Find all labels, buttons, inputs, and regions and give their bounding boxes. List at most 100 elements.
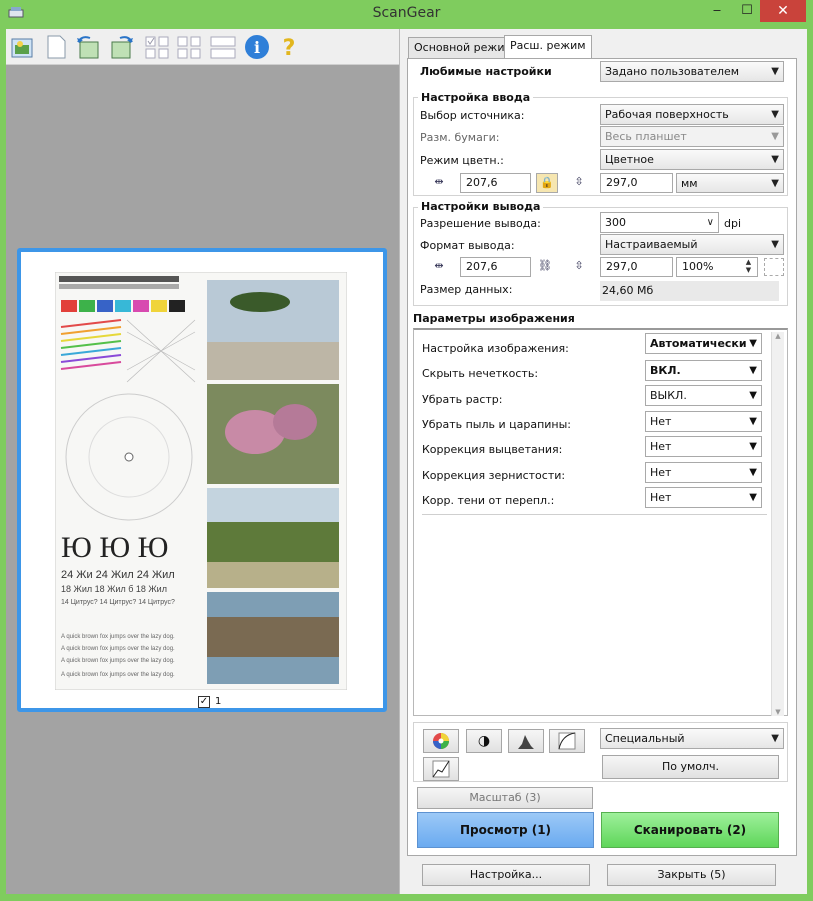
image-params-scrollbar[interactable]: ▲ ▼ bbox=[771, 332, 784, 716]
width-icon: ⇹ bbox=[434, 259, 444, 272]
default-button[interactable]: По умолч. bbox=[602, 755, 779, 779]
rotate-right-icon[interactable] bbox=[108, 33, 136, 61]
input-settings-title: Настройка ввода bbox=[418, 91, 534, 104]
color-wheel-icon bbox=[433, 733, 449, 749]
color-mode-select[interactable]: Цветное ▼ bbox=[600, 149, 784, 170]
descreen-select[interactable]: ВЫКЛ. ▼ bbox=[645, 385, 762, 406]
data-size-value: 24,60 Мб bbox=[600, 281, 779, 301]
image-adjust-select[interactable]: Автоматически ▼ bbox=[645, 333, 762, 354]
unit-value: мм bbox=[681, 177, 698, 190]
color-balance-button[interactable] bbox=[423, 729, 459, 753]
unit-select[interactable]: мм ▼ bbox=[676, 173, 784, 193]
info-icon[interactable]: i bbox=[243, 33, 271, 61]
rotate-left-icon[interactable] bbox=[74, 33, 102, 61]
image-params-title: Параметры изображения bbox=[413, 312, 575, 325]
height-icon: ⇳ bbox=[574, 259, 584, 272]
paper-size-label: Разм. бумаги: bbox=[420, 131, 500, 144]
link-icon[interactable]: ⛓ bbox=[536, 259, 554, 272]
final-review-button[interactable] bbox=[423, 757, 459, 781]
grain-correction-select[interactable]: Нет ▼ bbox=[645, 462, 762, 483]
unsharp-mask-label: Скрыть нечеткость: bbox=[422, 367, 539, 380]
chevron-down-icon: ▼ bbox=[771, 178, 779, 189]
chevron-down-icon: ▼ bbox=[749, 416, 757, 427]
chevron-down-icon: ▼ bbox=[771, 154, 779, 165]
paper-size-value: Весь планшет bbox=[605, 130, 687, 143]
blank-page-icon[interactable] bbox=[42, 33, 70, 61]
chevron-down-icon: ▼ bbox=[771, 109, 779, 120]
multi-crop-icon[interactable] bbox=[209, 33, 237, 61]
page-select-checkbox[interactable]: ✓ bbox=[198, 696, 210, 708]
final-review-icon bbox=[432, 760, 450, 778]
chevron-down-icon: ▼ bbox=[749, 467, 757, 478]
dust-scratch-select[interactable]: Нет ▼ bbox=[645, 411, 762, 432]
aspect-lock-button[interactable]: 🔒 bbox=[536, 173, 558, 193]
input-height-field[interactable]: 297,0 bbox=[600, 173, 673, 193]
unsharp-mask-select[interactable]: ВКЛ. ▼ bbox=[645, 360, 762, 381]
scanned-page-preview: Ю Ю Ю 24 Жи 24 Жил 24 Жил 18 Жил 18 Жил … bbox=[55, 272, 347, 690]
zoom-button[interactable]: Масштаб (3) bbox=[417, 787, 593, 809]
chevron-down-icon: ▼ bbox=[771, 131, 779, 142]
scan-to-file-icon[interactable] bbox=[9, 33, 37, 61]
preview-button[interactable]: Просмотр (1) bbox=[417, 812, 594, 848]
svg-text:A quick brown fox jumps over t: A quick brown fox jumps over the lazy do… bbox=[61, 634, 175, 640]
scale-stepper[interactable]: ▲ ▼ bbox=[740, 258, 757, 276]
image-adjust-value: Автоматически bbox=[650, 337, 747, 350]
tab-advanced-mode[interactable]: Расш. режим bbox=[504, 35, 592, 59]
paper-size-select[interactable]: Весь планшет ▼ bbox=[600, 126, 784, 147]
scroll-up-icon[interactable]: ▲ bbox=[772, 332, 784, 340]
output-format-value: Настраиваемый bbox=[605, 238, 698, 251]
fading-correction-value: Нет bbox=[650, 440, 672, 453]
output-format-select[interactable]: Настраиваемый ▼ bbox=[600, 234, 784, 255]
reset-size-icon[interactable] bbox=[764, 258, 784, 276]
output-height-field[interactable]: 297,0 bbox=[600, 257, 673, 277]
adjust-preset-select[interactable]: Специальный ▼ bbox=[600, 728, 784, 749]
svg-text:i: i bbox=[254, 38, 260, 57]
gutter-shadow-value: Нет bbox=[650, 491, 672, 504]
source-select[interactable]: Рабочая поверхность ▼ bbox=[600, 104, 784, 125]
output-format-label: Формат вывода: bbox=[420, 239, 515, 252]
descreen-label: Убрать растр: bbox=[422, 393, 503, 406]
preferences-button[interactable]: Настройка... bbox=[422, 864, 590, 886]
svg-text:Ю Ю Ю: Ю Ю Ю bbox=[61, 531, 169, 564]
chevron-down-icon: ▼ bbox=[749, 492, 757, 503]
svg-text:18 Жил 18 Жил б 18 Жил: 18 Жил 18 Жил б 18 Жил bbox=[61, 584, 167, 594]
tone-curve-button[interactable] bbox=[549, 729, 585, 753]
fading-correction-select[interactable]: Нет ▼ bbox=[645, 436, 762, 457]
favorites-select[interactable]: Задано пользователем ▼ bbox=[600, 61, 784, 82]
scan-button[interactable]: Сканировать (2) bbox=[601, 812, 779, 848]
output-settings-title: Настройки вывода bbox=[418, 200, 544, 213]
grain-correction-value: Нет bbox=[650, 466, 672, 479]
image-params-divider bbox=[422, 514, 767, 515]
fading-correction-label: Коррекция выцветания: bbox=[422, 443, 563, 456]
svg-text:?: ? bbox=[283, 36, 296, 61]
checkbox-grid-icon[interactable] bbox=[144, 33, 172, 61]
tone-curve-icon bbox=[558, 732, 576, 750]
maximize-button[interactable]: ☐ bbox=[732, 0, 762, 22]
input-width-field[interactable]: 207,6 bbox=[460, 173, 531, 193]
chevron-down-icon: ▼ bbox=[749, 390, 757, 401]
output-width-field[interactable]: 207,6 bbox=[460, 257, 531, 277]
tab-basic-mode[interactable]: Основной режим bbox=[408, 37, 519, 58]
close-button[interactable]: Закрыть (5) bbox=[607, 864, 776, 886]
brightness-contrast-icon: ◑ bbox=[477, 733, 491, 749]
resolution-select[interactable]: 300 ∨ bbox=[600, 212, 719, 233]
page-number: 1 bbox=[215, 696, 222, 707]
chevron-down-icon: ∨ bbox=[706, 217, 714, 228]
thumbnail-grid-icon[interactable] bbox=[176, 33, 204, 61]
preview-thumbnail-frame[interactable]: Ю Ю Ю 24 Жи 24 Жил 24 Жил 18 Жил 18 Жил … bbox=[17, 248, 387, 712]
close-window-button[interactable]: ✕ bbox=[760, 0, 806, 22]
gutter-shadow-select[interactable]: Нет ▼ bbox=[645, 487, 762, 508]
adjust-preset-value: Специальный bbox=[605, 732, 685, 745]
brightness-contrast-button[interactable]: ◑ bbox=[466, 729, 502, 753]
histogram-button[interactable] bbox=[508, 729, 544, 753]
help-icon[interactable]: ? bbox=[275, 33, 303, 61]
height-icon: ⇳ bbox=[574, 175, 584, 188]
color-mode-value: Цветное bbox=[605, 153, 654, 166]
grain-correction-label: Коррекция зернистости: bbox=[422, 469, 566, 482]
source-label: Выбор источника: bbox=[420, 109, 525, 122]
svg-text:24 Жи 24 Жил 24 Жил: 24 Жи 24 Жил 24 Жил bbox=[61, 569, 175, 581]
scroll-down-icon[interactable]: ▼ bbox=[772, 708, 784, 716]
dust-scratch-value: Нет bbox=[650, 415, 672, 428]
minimize-button[interactable]: ‒ bbox=[702, 0, 732, 22]
color-mode-label: Режим цветн.: bbox=[420, 154, 504, 167]
